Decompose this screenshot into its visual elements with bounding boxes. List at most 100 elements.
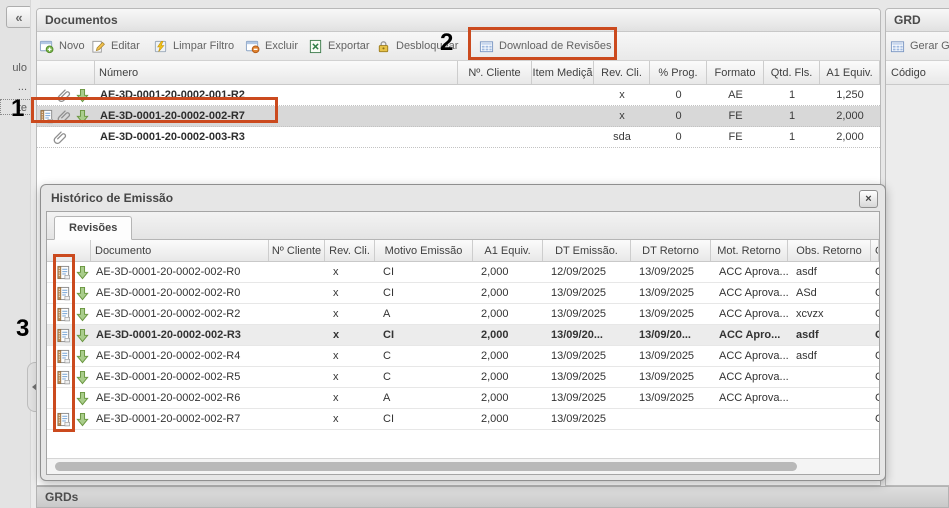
modal-close-button[interactable]: × <box>859 190 878 208</box>
sidebar-collapse-button[interactable]: « <box>6 6 32 28</box>
download-arrow-icon[interactable] <box>75 391 90 406</box>
cell-rev-cli: sda <box>594 127 650 147</box>
column-header-documento[interactable]: Documento <box>91 240 269 261</box>
column-header-a1-equiv[interactable]: A1 Equiv. <box>820 61 880 84</box>
revision-row[interactable]: AE-3D-0001-20-0002-002-R0 x CI 2,000 13/… <box>47 283 879 304</box>
column-header-formato[interactable]: Formato <box>707 61 764 84</box>
column-header-n-cliente[interactable]: Nº. Cliente <box>458 61 532 84</box>
cell-n-cliente <box>269 409 325 429</box>
note-icon[interactable] <box>56 265 71 280</box>
column-header-rev-cli[interactable]: Rev. Cli. <box>325 240 375 261</box>
column-header-numero[interactable]: Número <box>95 61 458 84</box>
revision-row[interactable]: AE-3D-0001-20-0002-002-R7 x CI 2,000 13/… <box>47 409 879 430</box>
cell-item-medicao <box>532 85 594 105</box>
grd-panel-header: GRD <box>886 9 949 32</box>
note-icon[interactable] <box>56 328 71 343</box>
download-arrow-icon[interactable] <box>75 328 90 343</box>
column-header-qtd-fls[interactable]: Qtd. Fls. <box>764 61 820 84</box>
download-arrow-icon[interactable] <box>75 307 90 322</box>
cell-qtd-fls: 1 <box>764 127 820 147</box>
paperclip-icon <box>53 130 68 145</box>
column-header-item-medicao[interactable]: Item Mediçã <box>532 61 594 84</box>
note-icon[interactable] <box>56 412 71 427</box>
download-arrow-icon[interactable] <box>75 370 90 385</box>
column-header-obs-retorno[interactable]: Obs. Retorno <box>788 240 871 261</box>
download-revisoes-button[interactable]: Download de Revisões <box>479 32 612 60</box>
grd-toolbar: Gerar G <box>886 32 949 61</box>
column-header-motivo-emissao[interactable]: Motivo Emissão <box>375 240 473 261</box>
cell-rev-cli: x <box>325 283 375 303</box>
cell-mot-retorno: ACC Apro... <box>711 325 788 345</box>
cell-obs-retorno <box>788 388 871 408</box>
revision-row[interactable]: AE-3D-0001-20-0002-002-R5 x C 2,000 13/0… <box>47 367 879 388</box>
grds-panel-header[interactable]: GRDs <box>36 486 949 508</box>
revision-row-selected[interactable]: AE-3D-0001-20-0002-002-R3 x CI 2,000 13/… <box>47 325 879 346</box>
cell-dt-retorno: 13/09/2025 <box>631 367 711 387</box>
horizontal-scrollbar[interactable] <box>47 458 879 474</box>
column-header-a1-equiv[interactable]: A1 Equiv. <box>473 240 543 261</box>
column-header-dt-emissao[interactable]: DT Emissão. <box>543 240 631 261</box>
cell-grd: G <box>871 262 879 282</box>
column-header-mot-retorno[interactable]: Mot. Retorno <box>711 240 788 261</box>
cell-n-cliente <box>269 304 325 324</box>
cell-motivo: A <box>375 388 473 408</box>
desbloquear-button[interactable]: Desbloquear <box>376 32 458 60</box>
column-header-row-icons[interactable] <box>47 240 91 261</box>
revision-row[interactable]: AE-3D-0001-20-0002-002-R2 x A 2,000 13/0… <box>47 304 879 325</box>
cell-n-cliente <box>269 283 325 303</box>
column-header-row-icons[interactable] <box>37 61 95 84</box>
cell-mot-retorno: ACC Aprova... <box>711 304 788 324</box>
cell-a1-equiv: 2,000 <box>473 346 543 366</box>
column-header-dt-retorno[interactable]: DT Retorno <box>631 240 711 261</box>
column-header-grd[interactable]: G <box>871 240 879 261</box>
novo-button[interactable]: Novo <box>39 32 85 60</box>
revision-row[interactable]: AE-3D-0001-20-0002-002-R6 x A 2,000 13/0… <box>47 388 879 409</box>
sidebar-item-clipped-2[interactable]: ... <box>0 81 30 93</box>
cell-dt-emissao: 12/09/2025 <box>543 262 631 282</box>
gerar-grd-button[interactable]: Gerar G <box>890 32 949 60</box>
sidebar-item-clipped-3[interactable]: te <box>0 99 30 115</box>
note-icon[interactable] <box>56 370 71 385</box>
cell-dt-retorno: 13/09/2025 <box>631 346 711 366</box>
modal-title-bar[interactable]: Histórico de Emissão <box>41 185 885 211</box>
download-arrow-icon[interactable] <box>75 265 90 280</box>
documents-panel-header: Documentos <box>37 9 880 32</box>
cell-dt-emissao: 13/09/2025 <box>543 304 631 324</box>
column-header-codigo[interactable]: Código <box>886 61 949 85</box>
exportar-button[interactable]: Exportar <box>308 32 370 60</box>
cell-documento: AE-3D-0001-20-0002-002-R6 <box>91 388 269 408</box>
download-arrow-icon[interactable] <box>75 349 90 364</box>
table-row-selected[interactable]: AE-3D-0001-20-0002-002-R7 x 0 FE 1 2,000 <box>37 106 880 127</box>
note-icon[interactable] <box>56 307 71 322</box>
table-row[interactable]: AE-3D-0001-20-0002-001-R2 x 0 AE 1 1,250 <box>37 85 880 106</box>
cell-obs-retorno <box>788 409 871 429</box>
cell-rev-cli: x <box>325 388 375 408</box>
editar-button[interactable]: Editar <box>91 32 140 60</box>
cell-motivo: A <box>375 304 473 324</box>
table-row[interactable]: AE-3D-0001-20-0002-003-R3 sda 0 FE 1 2,0… <box>37 127 880 148</box>
cell-documento: AE-3D-0001-20-0002-002-R2 <box>91 304 269 324</box>
horizontal-scrollbar-thumb[interactable] <box>55 462 797 471</box>
cell-n-cliente <box>269 325 325 345</box>
column-header-n-cliente[interactable]: Nº Cliente <box>269 240 325 261</box>
note-icon[interactable] <box>56 349 71 364</box>
revision-row[interactable]: AE-3D-0001-20-0002-002-R0 x CI 2,000 12/… <box>47 262 879 283</box>
modal-body: Revisões Documento Nº Cliente Rev. Cli. … <box>46 211 880 475</box>
modal-tab-strip: Revisões <box>47 212 879 240</box>
download-arrow-icon[interactable] <box>75 286 90 301</box>
download-arrow-icon[interactable] <box>75 412 90 427</box>
download-arrow-icon[interactable] <box>75 88 90 103</box>
note-icon[interactable] <box>56 286 71 301</box>
cell-a1-equiv: 2,000 <box>473 262 543 282</box>
excluir-button[interactable]: Excluir <box>245 32 298 60</box>
note-icon[interactable] <box>39 109 54 124</box>
column-header-rev-cli[interactable]: Rev. Cli. <box>594 61 650 84</box>
column-header-prog[interactable]: % Prog. <box>650 61 707 84</box>
download-arrow-icon[interactable] <box>75 109 90 124</box>
revision-row[interactable]: AE-3D-0001-20-0002-002-R4 x C 2,000 13/0… <box>47 346 879 367</box>
screen: « ulo ... te Documentos Novo Editar Li <box>0 0 949 508</box>
limpar-filtro-button[interactable]: Limpar Filtro <box>153 32 234 60</box>
cell-grd: G <box>871 409 879 429</box>
sidebar-item-clipped-1[interactable]: ulo <box>0 62 30 74</box>
tab-revisoes[interactable]: Revisões <box>54 216 132 240</box>
